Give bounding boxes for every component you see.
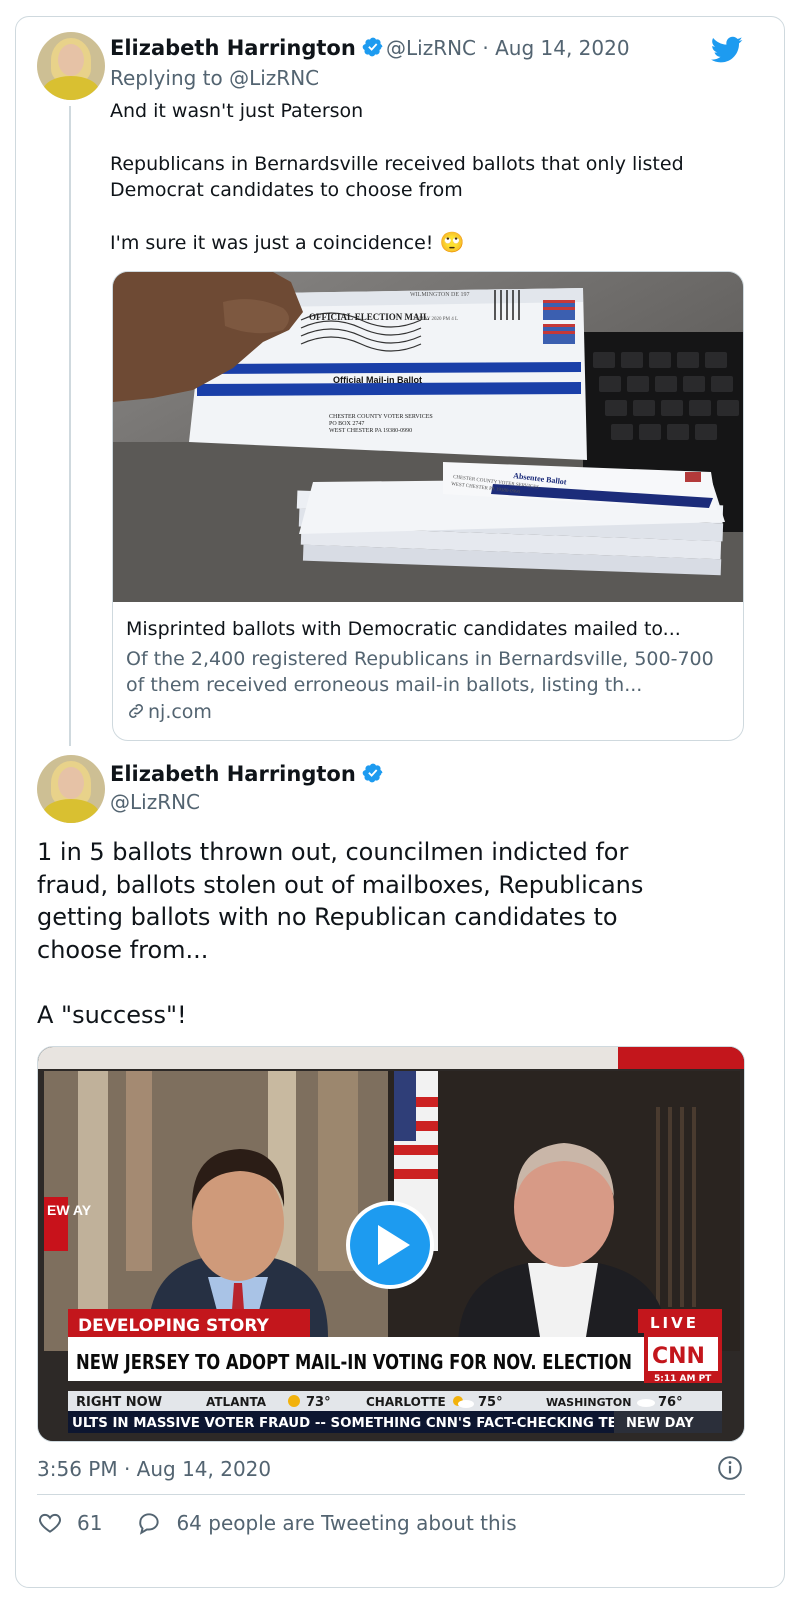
reply-bubble-icon [139,1513,160,1535]
thread-line [69,106,71,746]
author-handle[interactable]: @LizRNC [110,790,200,814]
link-card-title: Misprinted ballots with Democratic candi… [126,618,681,640]
side-bug-text: EW AY [47,1202,92,1218]
video-thumbnail: EW AY DEVELOPING STORY LIVE NEW JERSEY T… [38,1047,744,1441]
link-icon [129,704,143,718]
tweet-body: And it wasn't just Paterson Republicans … [110,98,750,257]
envelope-address-line-1: CHESTER COUNTY VOTER SERVICES [329,414,433,420]
cloud-icon [637,1399,655,1407]
author-name-text: Elizabeth Harrington [110,36,356,60]
weather-city-washington: WASHINGTON [546,1396,631,1409]
author-name[interactable]: Elizabeth Harrington [110,36,384,60]
envelope-postmark: WILMINGTON DE 197 [410,292,470,298]
weather-right-now: RIGHT NOW [76,1395,162,1410]
news-ticker: ULTS IN MASSIVE VOTER FRAUD -- SOMETHING… [72,1416,632,1431]
envelope-logo: OFFICIAL ELECTION MAIL [309,312,429,322]
tweet-timestamp[interactable]: 3:56 PM · Aug 14, 2020 [37,1457,271,1481]
tweet-main-body: 1 in 5 ballots thrown out, councilmen in… [37,838,644,1029]
weather-city-charlotte: CHARLOTTE [366,1395,446,1409]
video-player[interactable]: EW AY DEVELOPING STORY LIVE NEW JERSEY T… [37,1046,745,1442]
link-preview-card[interactable]: Absentee Ballot CHESTER COUNTY VOTER SER… [112,271,744,741]
link-card-description: Of the 2,400 registered Republicans in B… [126,648,714,696]
tweet-actions: 61 64 people are Tweeting about this [37,1510,517,1536]
author-avatar[interactable] [37,32,105,100]
broadcast-clock: 5:11 AM PT [654,1374,712,1384]
sun-icon [288,1395,300,1407]
show-name: NEW DAY [626,1416,694,1431]
weather-temp-washington: 76° [658,1395,683,1410]
video-headline: NEW JERSEY TO ADOPT MAIL-IN VOTING FOR N… [76,1350,632,1374]
weather-city-atlanta: ATLANTA [206,1395,267,1409]
author-name[interactable]: Elizabeth Harrington [110,762,384,786]
envelope-address-line-2: PO BOX 2747 [329,421,364,427]
author-name-text: Elizabeth Harrington [110,762,356,786]
info-icon[interactable] [717,1455,743,1481]
tweeting-about-count: 64 people are Tweeting about this [176,1511,517,1535]
weather-temp-atlanta: 73° [306,1395,331,1410]
envelope-label: Official Mail-in Ballot [333,375,422,385]
developing-story-banner: DEVELOPING STORY [78,1316,270,1336]
author-avatar[interactable] [37,755,105,823]
replying-to[interactable]: Replying to @LizRNC [110,66,319,90]
live-badge: LIVE [650,1314,699,1332]
envelope-postmark-date: 28 MAY 2020 PM 4 L [413,317,458,322]
twitter-bird-icon[interactable] [711,36,743,64]
footer-divider [37,1494,745,1495]
weather-temp-charlotte: 75° [478,1395,503,1410]
side-bug: EW AY [47,1202,92,1218]
verified-badge-icon [362,763,383,783]
verified-badge-icon [362,37,383,57]
link-card-domain-text: nj.com [148,701,212,723]
handle-and-date[interactable]: @LizRNC · Aug 14, 2020 [386,36,630,60]
heart-icon [39,1513,61,1533]
like-count: 61 [77,1511,103,1535]
ballot-photo-illustration: Absentee Ballot CHESTER COUNTY VOTER SER… [113,272,743,602]
ballot-envelopes-photo: Absentee Ballot CHESTER COUNTY VOTER SER… [113,272,743,602]
cnn-logo: CNN [652,1344,705,1369]
conversation-button[interactable]: 64 people are Tweeting about this [136,1510,517,1536]
eye-roll-emoji: 🙄 [439,230,465,255]
like-button[interactable]: 61 [37,1510,102,1536]
envelope-address-line-3: WEST CHESTER PA 19380-0990 [329,428,412,434]
tweet-body-text: And it wasn't just Paterson Republicans … [110,100,684,255]
link-card-domain: nj.com [126,701,212,723]
